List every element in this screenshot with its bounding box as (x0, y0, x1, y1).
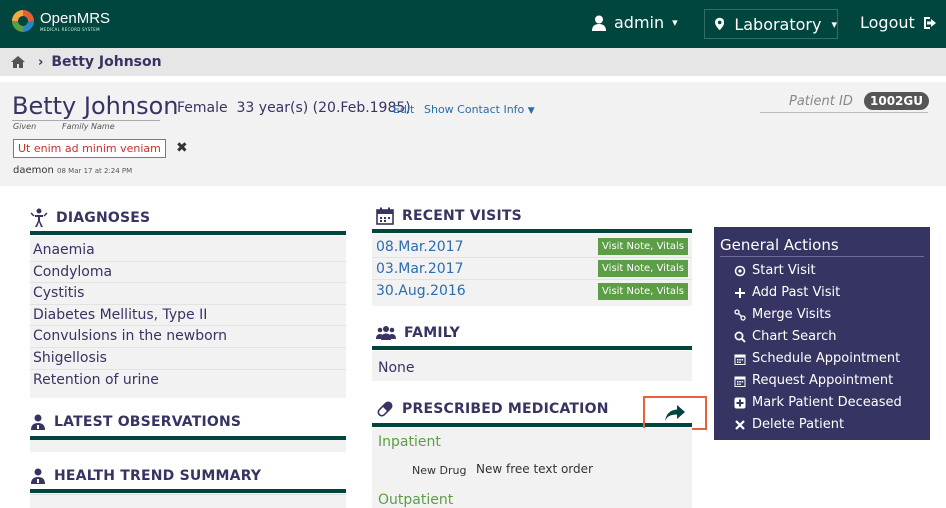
visit-type-badge: Visit Note, Vitals (598, 260, 688, 277)
created-at: 08 Mar 17 at 2:24 PM (57, 167, 133, 175)
breadcrumb-patient[interactable]: Betty Johnson (51, 54, 161, 70)
drug-order: New free text order (476, 462, 593, 476)
visit-type-badge: Visit Note, Vitals (598, 238, 688, 255)
health-trend-panel (30, 494, 346, 508)
app-subtitle: MEDICAL RECORD SYSTEM (40, 26, 100, 32)
patient-id-badge: 1002GU (864, 92, 929, 110)
calendar-icon (734, 354, 746, 365)
chevron-down-icon: ▾ (831, 17, 837, 31)
pill-icon (377, 401, 393, 417)
app-name: OpenMRS (40, 9, 111, 27)
diagnosis-icon (30, 208, 48, 227)
user-icon (592, 15, 606, 31)
share-arrow-icon (665, 405, 685, 421)
diagnosis-item: Cystitis (30, 283, 346, 305)
diagnosis-item: Diabetes Mellitus, Type II (30, 305, 346, 327)
add-past-visit-action[interactable]: Add Past Visit (734, 285, 840, 300)
merge-icon (734, 308, 746, 321)
visit-row[interactable]: 03.Mar.2017 Visit Note, Vitals (372, 258, 692, 280)
health-trend-divider (30, 489, 346, 493)
patient-name: Betty Johnson (12, 92, 179, 120)
general-actions-panel: General Actions Start Visit Add Past Vis… (714, 227, 930, 440)
diagnosis-item: Retention of urine (33, 371, 159, 388)
chevron-right-icon: › (38, 54, 44, 70)
schedule-appointment-action[interactable]: Schedule Appointment (734, 351, 900, 366)
visit-date-link[interactable]: 08.Mar.2017 (376, 239, 463, 255)
visit-row[interactable]: 30.Aug.2016 Visit Note, Vitals (372, 280, 692, 302)
sign-out-icon (923, 16, 936, 29)
location-menu[interactable]: Laboratory ▾ (704, 9, 838, 39)
diagnosis-item: Anaemia (30, 240, 346, 262)
diagnoses-list: Anaemia Condyloma Cystitis Diabetes Mell… (30, 236, 346, 398)
show-contact-info-link[interactable]: Show Contact Info ▼ (424, 103, 535, 116)
map-marker-icon (715, 17, 725, 31)
recent-visits-divider (372, 229, 692, 233)
home-icon[interactable] (10, 55, 26, 69)
location-name: Laboratory (734, 14, 822, 34)
medication-panel: Inpatient New Drug New free text order O… (372, 428, 692, 508)
visit-type-badge: Visit Note, Vitals (598, 282, 688, 300)
user-md-icon (31, 414, 45, 430)
chart-search-action[interactable]: Chart Search (734, 329, 837, 344)
map-pin-icon (734, 265, 746, 276)
close-icon (735, 419, 745, 430)
recent-visits-list: 08.Mar.2017 Visit Note, Vitals 03.Mar.20… (372, 234, 692, 306)
drug-name: New Drug (412, 464, 467, 477)
user-name: admin (614, 13, 665, 32)
visit-date-link[interactable]: 30.Aug.2016 (376, 283, 466, 299)
chevron-down-icon: ▾ (672, 16, 678, 29)
plus-square-icon (734, 397, 746, 408)
request-appointment-action[interactable]: Request Appointment (734, 373, 893, 388)
patient-id-label: Patient ID (789, 94, 853, 109)
share-button[interactable] (643, 396, 707, 430)
diagnosis-item: Shigellosis (30, 348, 346, 370)
visit-row[interactable]: 08.Mar.2017 Visit Note, Vitals (372, 236, 692, 258)
breadcrumb: › Betty Johnson (0, 48, 946, 76)
patient-demographics: Female 33 year(s) (20.Feb.1985) (177, 100, 411, 116)
users-icon (376, 326, 396, 340)
patient-flag-tag[interactable]: Ut enim ad minim veniam (13, 139, 166, 158)
logout-button[interactable]: Logout (860, 13, 939, 32)
caret-down-icon: ▼ (527, 106, 535, 116)
given-label: Given (13, 122, 37, 131)
family-name-label: Family Name (62, 122, 115, 131)
prescribed-medication-title: PRESCRIBED MEDICATION (376, 400, 609, 418)
recent-visits-title: RECENT VISITS (376, 207, 522, 225)
start-visit-action[interactable]: Start Visit (734, 263, 816, 278)
calendar-icon (376, 207, 394, 225)
family-panel: None (372, 351, 692, 381)
created-by: daemon 08 Mar 17 at 2:24 PM (13, 165, 133, 176)
diagnoses-divider (30, 231, 346, 235)
diagnosis-item: Condyloma (30, 262, 346, 284)
family-divider (372, 346, 692, 350)
user-md-icon (31, 468, 45, 484)
top-header: OpenMRS MEDICAL RECORD SYSTEM admin ▾ La… (0, 0, 946, 48)
close-icon[interactable]: ✖ (176, 140, 188, 156)
family-title: FAMILY (376, 325, 460, 341)
search-icon (734, 331, 746, 343)
merge-visits-action[interactable]: Merge Visits (734, 307, 831, 322)
latest-observations-title: LATEST OBSERVATIONS (30, 414, 241, 430)
delete-patient-action[interactable]: Delete Patient (734, 417, 844, 432)
observations-panel (30, 440, 346, 452)
logout-label: Logout (860, 13, 915, 32)
patient-header: Betty Johnson Given Family Name Female 3… (0, 82, 946, 186)
plus-icon (735, 287, 745, 298)
mark-patient-deceased-action[interactable]: Mark Patient Deceased (734, 395, 902, 410)
health-trend-title: HEALTH TREND SUMMARY (30, 468, 261, 484)
edit-patient-link[interactable]: Edit (393, 103, 414, 116)
outpatient-label: Outpatient (378, 492, 454, 508)
visit-date-link[interactable]: 03.Mar.2017 (376, 261, 463, 277)
inpatient-label: Inpatient (378, 434, 441, 450)
openmrs-logo[interactable]: OpenMRS MEDICAL RECORD SYSTEM (12, 10, 110, 32)
general-actions-title: General Actions (720, 236, 839, 254)
openmrs-logo-icon (12, 10, 34, 32)
family-value: None (378, 360, 415, 376)
diagnosis-item: Convulsions in the newborn (30, 326, 346, 348)
calendar-icon (734, 376, 746, 387)
user-menu[interactable]: admin ▾ (592, 13, 678, 32)
patient-given-name: Betty (12, 92, 77, 120)
diagnoses-section-title: DIAGNOSES (30, 208, 150, 228)
patient-family-name: Johnson (83, 92, 179, 120)
